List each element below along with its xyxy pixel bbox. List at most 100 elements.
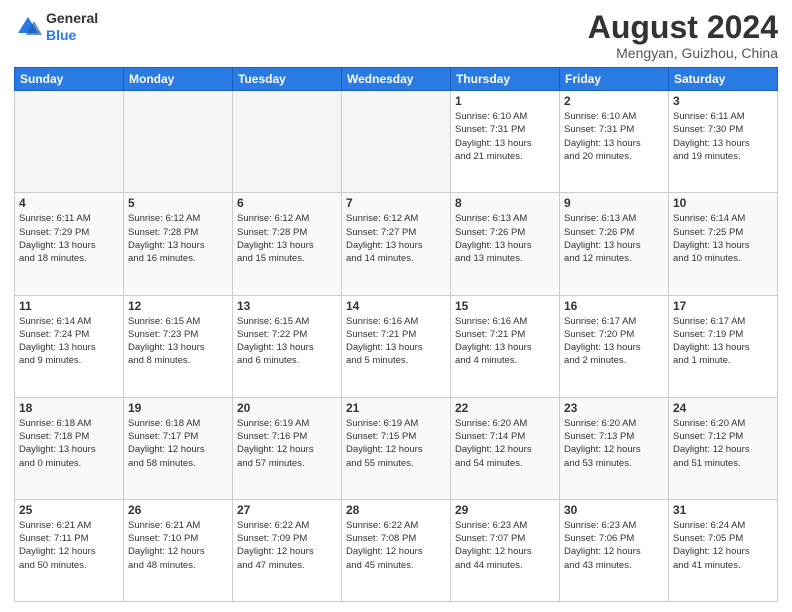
day-number: 12: [128, 299, 228, 313]
month-year: August 2024: [588, 10, 778, 45]
day-info: Sunrise: 6:13 AM Sunset: 7:26 PM Dayligh…: [564, 212, 664, 265]
day-info: Sunrise: 6:12 AM Sunset: 7:27 PM Dayligh…: [346, 212, 446, 265]
day-number: 27: [237, 503, 337, 517]
calendar-cell: 19Sunrise: 6:18 AM Sunset: 7:17 PM Dayli…: [124, 397, 233, 499]
day-info: Sunrise: 6:19 AM Sunset: 7:16 PM Dayligh…: [237, 417, 337, 470]
day-number: 5: [128, 196, 228, 210]
day-info: Sunrise: 6:14 AM Sunset: 7:24 PM Dayligh…: [19, 315, 119, 368]
calendar-cell: 15Sunrise: 6:16 AM Sunset: 7:21 PM Dayli…: [451, 295, 560, 397]
calendar-cell: 11 Sunrise: 6:14 AM Sunset: 7:24 PM Dayli…: [15, 295, 124, 397]
day-info: Sunrise: 6:16 AM Sunset: 7:21 PM Dayligh…: [346, 315, 446, 368]
calendar-cell: 20 Sunrise: 6:19 AM Sunset: 7:16 PM Dayli…: [233, 397, 342, 499]
logo-text: General Blue: [46, 10, 98, 44]
calendar-cell: 8 Sunrise: 6:13 AM Sunset: 7:26 PM Daylig…: [451, 193, 560, 295]
calendar-cell: [342, 91, 451, 193]
day-number: 7: [346, 196, 446, 210]
day-number: 18: [19, 401, 119, 415]
day-info: Sunrise: 6:17 AM Sunset: 7:19 PM Dayligh…: [673, 315, 773, 368]
day-number: 8: [455, 196, 555, 210]
page: General Blue August 2024 Mengyan, Guizho…: [0, 0, 792, 612]
calendar-cell: 10 Sunrise: 6:14 AM Sunset: 7:25 PM Dayli…: [669, 193, 778, 295]
day-number: 3: [673, 94, 773, 108]
calendar-cell: 18 Sunrise: 6:18 AM Sunset: 7:18 PM Dayli…: [15, 397, 124, 499]
day-info: Sunrise: 6:18 AM Sunset: 7:18 PM Dayligh…: [19, 417, 119, 470]
day-info: Sunrise: 6:15 AM Sunset: 7:23 PM Dayligh…: [128, 315, 228, 368]
day-info: Sunrise: 6:21 AM Sunset: 7:11 PM Dayligh…: [19, 519, 119, 572]
title-block: August 2024 Mengyan, Guizhou, China: [588, 10, 778, 61]
day-info: Sunrise: 6:12 AM Sunset: 7:28 PM Dayligh…: [237, 212, 337, 265]
day-info: Sunrise: 6:22 AM Sunset: 7:09 PM Dayligh…: [237, 519, 337, 572]
calendar-cell: 23 Sunrise: 6:20 AM Sunset: 7:13 PM Dayli…: [560, 397, 669, 499]
day-info: Sunrise: 6:10 AM Sunset: 7:31 PM Dayligh…: [564, 110, 664, 163]
weekday-header-monday: Monday: [124, 68, 233, 91]
calendar-cell: 25 Sunrise: 6:21 AM Sunset: 7:11 PM Dayli…: [15, 499, 124, 601]
day-number: 2: [564, 94, 664, 108]
day-info: Sunrise: 6:11 AM Sunset: 7:29 PM Dayligh…: [19, 212, 119, 265]
weekday-header-wednesday: Wednesday: [342, 68, 451, 91]
calendar-cell: [233, 91, 342, 193]
day-info: Sunrise: 6:20 AM Sunset: 7:13 PM Dayligh…: [564, 417, 664, 470]
day-number: 4: [19, 196, 119, 210]
day-number: 13: [237, 299, 337, 313]
day-number: 16: [564, 299, 664, 313]
day-info: Sunrise: 6:13 AM Sunset: 7:26 PM Dayligh…: [455, 212, 555, 265]
day-info: Sunrise: 6:24 AM Sunset: 7:05 PM Dayligh…: [673, 519, 773, 572]
day-info: Sunrise: 6:11 AM Sunset: 7:30 PM Dayligh…: [673, 110, 773, 163]
calendar-cell: 17Sunrise: 6:17 AM Sunset: 7:19 PM Dayli…: [669, 295, 778, 397]
calendar: SundayMondayTuesdayWednesdayThursdayFrid…: [14, 67, 778, 602]
calendar-body: 1 Sunrise: 6:10 AM Sunset: 7:31 PM Daylig…: [15, 91, 778, 602]
week-row-4: 25 Sunrise: 6:21 AM Sunset: 7:11 PM Dayli…: [15, 499, 778, 601]
day-number: 11: [19, 299, 119, 313]
weekday-header-thursday: Thursday: [451, 68, 560, 91]
day-number: 22: [455, 401, 555, 415]
calendar-cell: 12 Sunrise: 6:15 AM Sunset: 7:23 PM Dayli…: [124, 295, 233, 397]
header: General Blue August 2024 Mengyan, Guizho…: [14, 10, 778, 61]
calendar-cell: 26 Sunrise: 6:21 AM Sunset: 7:10 PM Dayli…: [124, 499, 233, 601]
calendar-cell: 7 Sunrise: 6:12 AM Sunset: 7:27 PM Daylig…: [342, 193, 451, 295]
calendar-cell: 24 Sunrise: 6:20 AM Sunset: 7:12 PM Dayli…: [669, 397, 778, 499]
day-number: 20: [237, 401, 337, 415]
calendar-cell: 1 Sunrise: 6:10 AM Sunset: 7:31 PM Daylig…: [451, 91, 560, 193]
day-number: 14: [346, 299, 446, 313]
weekday-header-friday: Friday: [560, 68, 669, 91]
day-number: 19: [128, 401, 228, 415]
calendar-cell: 14 Sunrise: 6:16 AM Sunset: 7:21 PM Dayli…: [342, 295, 451, 397]
location: Mengyan, Guizhou, China: [588, 45, 778, 61]
week-row-1: 4 Sunrise: 6:11 AM Sunset: 7:29 PM Daylig…: [15, 193, 778, 295]
logo-general: General: [46, 10, 98, 26]
day-number: 23: [564, 401, 664, 415]
calendar-cell: 9Sunrise: 6:13 AM Sunset: 7:26 PM Daylig…: [560, 193, 669, 295]
day-info: Sunrise: 6:15 AM Sunset: 7:22 PM Dayligh…: [237, 315, 337, 368]
calendar-cell: 2 Sunrise: 6:10 AM Sunset: 7:31 PM Daylig…: [560, 91, 669, 193]
calendar-cell: 6 Sunrise: 6:12 AM Sunset: 7:28 PM Daylig…: [233, 193, 342, 295]
day-number: 25: [19, 503, 119, 517]
day-info: Sunrise: 6:22 AM Sunset: 7:08 PM Dayligh…: [346, 519, 446, 572]
logo: General Blue: [14, 10, 98, 44]
day-info: Sunrise: 6:10 AM Sunset: 7:31 PM Dayligh…: [455, 110, 555, 163]
day-info: Sunrise: 6:16 AM Sunset: 7:21 PM Dayligh…: [455, 315, 555, 368]
day-info: Sunrise: 6:19 AM Sunset: 7:15 PM Dayligh…: [346, 417, 446, 470]
day-info: Sunrise: 6:23 AM Sunset: 7:06 PM Dayligh…: [564, 519, 664, 572]
weekday-header-sunday: Sunday: [15, 68, 124, 91]
calendar-cell: 13 Sunrise: 6:15 AM Sunset: 7:22 PM Dayli…: [233, 295, 342, 397]
weekday-header-saturday: Saturday: [669, 68, 778, 91]
day-number: 30: [564, 503, 664, 517]
calendar-cell: 3 Sunrise: 6:11 AM Sunset: 7:30 PM Daylig…: [669, 91, 778, 193]
day-number: 6: [237, 196, 337, 210]
day-number: 28: [346, 503, 446, 517]
calendar-cell: 4 Sunrise: 6:11 AM Sunset: 7:29 PM Daylig…: [15, 193, 124, 295]
calendar-cell: 30 Sunrise: 6:23 AM Sunset: 7:06 PM Dayli…: [560, 499, 669, 601]
day-number: 10: [673, 196, 773, 210]
logo-blue: Blue: [46, 27, 76, 43]
weekday-header-tuesday: Tuesday: [233, 68, 342, 91]
week-row-0: 1 Sunrise: 6:10 AM Sunset: 7:31 PM Daylig…: [15, 91, 778, 193]
day-number: 1: [455, 94, 555, 108]
day-number: 24: [673, 401, 773, 415]
day-info: Sunrise: 6:20 AM Sunset: 7:12 PM Dayligh…: [673, 417, 773, 470]
day-number: 21: [346, 401, 446, 415]
day-info: Sunrise: 6:14 AM Sunset: 7:25 PM Dayligh…: [673, 212, 773, 265]
day-info: Sunrise: 6:21 AM Sunset: 7:10 PM Dayligh…: [128, 519, 228, 572]
day-info: Sunrise: 6:23 AM Sunset: 7:07 PM Dayligh…: [455, 519, 555, 572]
day-number: 26: [128, 503, 228, 517]
calendar-cell: 5Sunrise: 6:12 AM Sunset: 7:28 PM Daylig…: [124, 193, 233, 295]
